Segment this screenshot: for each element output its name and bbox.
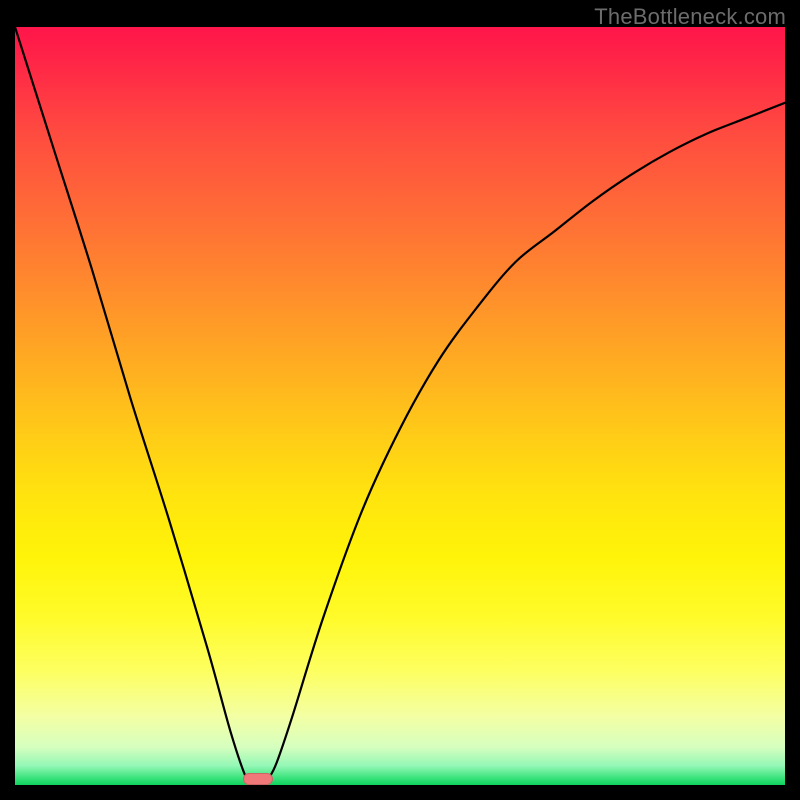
chart-frame: TheBottleneck.com (0, 0, 800, 800)
optimal-marker (243, 773, 273, 785)
watermark-text: TheBottleneck.com (594, 4, 786, 30)
plot-area (15, 27, 785, 785)
marker-layer (15, 773, 785, 785)
bottleneck-curve (15, 27, 785, 785)
